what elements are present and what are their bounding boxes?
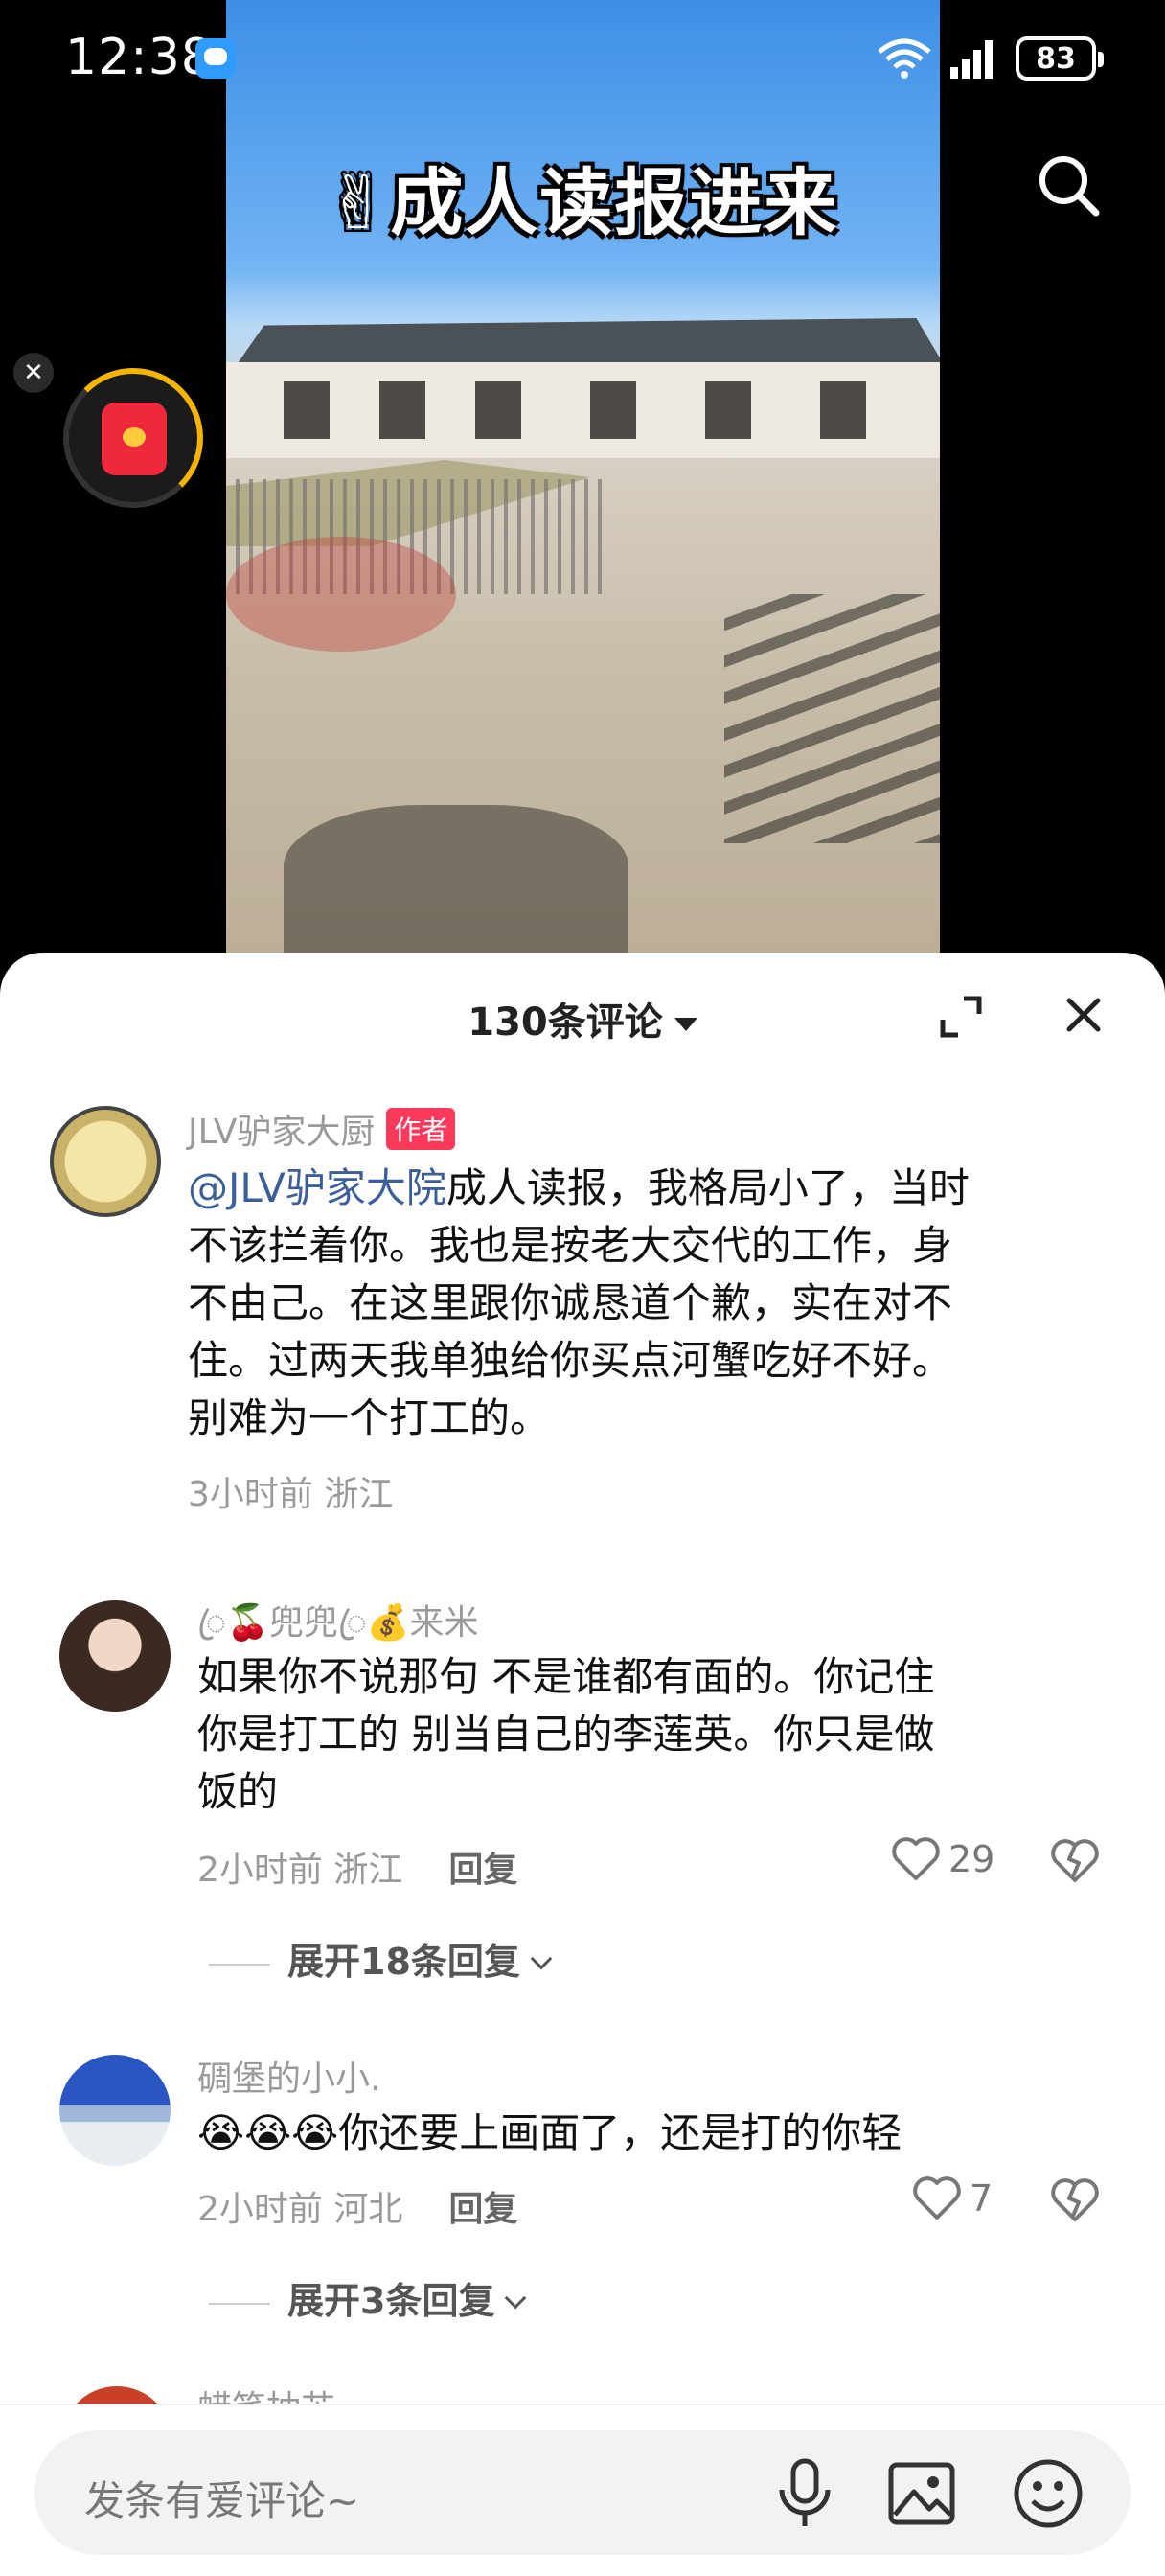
comment-meta: 2小时前 浙江 回复 xyxy=(197,1851,518,1890)
video-title: ✌成人读报进来 xyxy=(327,160,839,245)
comment-meta: 2小时前 河北 回复 xyxy=(197,2190,518,2229)
close-icon[interactable] xyxy=(1060,991,1108,1039)
avatar[interactable] xyxy=(59,2055,171,2166)
status-bar: 12:38 83 xyxy=(0,0,1165,115)
red-packet-icon xyxy=(102,402,167,475)
mention-link[interactable]: @JLV驴家大院 xyxy=(188,1164,446,1211)
dislike-icon[interactable] xyxy=(1050,1838,1100,1884)
comment-input[interactable]: 发条有爱评论~ xyxy=(34,2430,1131,2555)
comment-input-bar: 发条有爱评论~ xyxy=(0,2404,1165,2576)
sheet-header: 130条评论 xyxy=(0,953,1165,1075)
building-roof xyxy=(236,318,940,366)
clock: 12:38 xyxy=(65,29,214,86)
comment-count-dropdown[interactable]: 130条评论 xyxy=(0,991,1165,1046)
emoji-icon[interactable] xyxy=(1012,2457,1085,2530)
search-icon[interactable] xyxy=(1035,151,1102,218)
redpacket-close-icon[interactable]: ✕ xyxy=(13,353,54,393)
expand-icon[interactable] xyxy=(939,995,983,1039)
battery-indicator: 83 xyxy=(1016,36,1104,80)
comment-text: @JLV驴家大院成人读报，我格局小了，当时 不该拦着你。我也是按老大交代的工作，… xyxy=(188,1164,970,1441)
people-shadow xyxy=(284,805,628,958)
microphone-icon[interactable] xyxy=(770,2457,839,2530)
image-icon[interactable] xyxy=(887,2459,956,2528)
signal-icon xyxy=(950,40,993,79)
comment-count-label: 130条评论 xyxy=(468,1000,663,1045)
video-player[interactable]: ✌成人读报进来 xyxy=(226,0,940,958)
author-badge: 作者 xyxy=(386,1108,456,1150)
comment-meta: 3小时前 浙江 xyxy=(188,1475,394,1514)
comment-text: 😭😭😭你还要上画面了，还是打的你轻 xyxy=(197,2109,902,2156)
caret-down-icon xyxy=(674,1018,697,1031)
building xyxy=(226,362,940,458)
expand-replies-button[interactable]: 展开3条回复 xyxy=(209,2271,527,2324)
heart-icon xyxy=(892,1837,940,1880)
reply-button[interactable]: 回复 xyxy=(448,1851,517,1890)
expand-replies-button[interactable]: 展开18条回复 xyxy=(209,1932,553,1985)
comment-sheet: 130条评论 JLV驴家大厨 作者 @JLV驴家大院成人读报，我格局小了，当时 不… xyxy=(0,953,1165,2576)
reply-button[interactable]: 回复 xyxy=(448,2190,517,2229)
avatar[interactable] xyxy=(59,1600,171,1712)
dislike-icon[interactable] xyxy=(1050,2177,1100,2223)
like-count: 29 xyxy=(948,1838,995,1880)
heart-icon xyxy=(913,2176,961,2220)
like-button[interactable]: 7 xyxy=(912,2175,993,2221)
red-packet-widget[interactable] xyxy=(63,368,203,508)
avatar[interactable] xyxy=(50,1106,161,1217)
firecracker-debris xyxy=(226,537,456,652)
like-button[interactable]: 29 xyxy=(891,1836,994,1882)
chevron-down-icon xyxy=(530,1947,553,1970)
chat-notification-icon xyxy=(195,38,236,79)
comment-input-placeholder: 发条有爱评论~ xyxy=(84,2477,360,2524)
like-count: 7 xyxy=(970,2177,994,2220)
chevron-down-icon xyxy=(505,2287,527,2310)
comment-text: 如果你不说那句 不是谁都有面的。你记住 你是打工的 别当自己的李莲英。你只是做 … xyxy=(197,1653,935,1815)
wifi-icon xyxy=(878,38,931,79)
comment-username[interactable]: 碉堡的小小. xyxy=(197,2051,380,2101)
comment-username[interactable]: JLV驴家大厨 作者 xyxy=(188,1104,456,1154)
fence-shadow xyxy=(724,594,940,843)
